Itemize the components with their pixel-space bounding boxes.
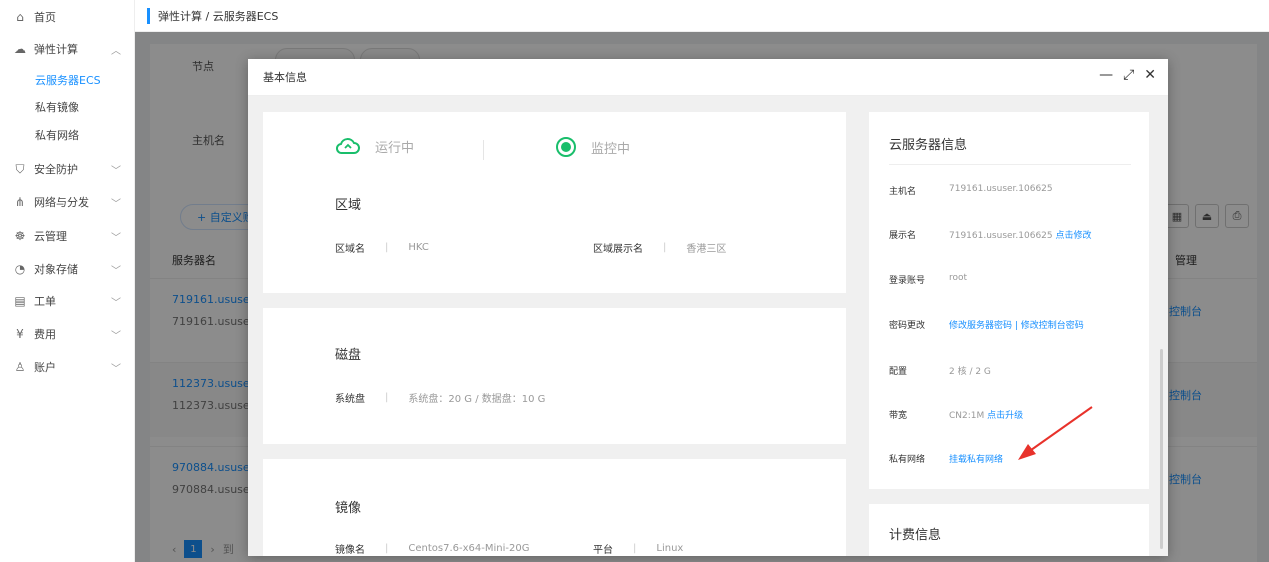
ticket-icon: ▤ [14,294,26,308]
shield-icon: ⛉ [15,161,25,176]
nav-ecs[interactable]: 云服务器ECS [35,69,101,91]
status-monitor: 监控中 [555,136,630,158]
nav-private-image[interactable]: 私有镜像 [35,96,79,118]
region-name-kv: 区域名 | HKC [335,242,429,255]
chevron-down-icon: ﹀ [111,330,121,342]
nav-ticket[interactable]: ▤ 工单 ﹀ [0,288,135,314]
breadcrumb-marker [147,7,150,24]
nav-elastic[interactable]: ☁ 弹性计算 ︿ [0,36,135,62]
disk-kv: 系统盘 | 系统盘：20 G / 数据盘：10 G [335,392,546,405]
maximize-icon[interactable]: ⤢ [1123,67,1134,83]
close-icon[interactable]: ✕ [1144,67,1156,83]
image-title: 镜像 [335,501,362,516]
chevron-up-icon: ︿ [111,45,121,57]
image-name-kv: 镜像名 | Centos7.6-x64-Mini-20G [335,543,530,556]
storage-icon: ◔ [14,262,26,276]
nav-object-storage[interactable]: ◔ 对象存储 ﹀ [0,256,135,282]
edit-display-link[interactable]: 点击修改 [1056,231,1092,241]
modal-title: 基本信息 [263,71,307,84]
annotation-arrow-icon [1018,406,1093,460]
region-title: 区域 [335,198,362,213]
change-console-pwd-link[interactable]: 修改控制台密码 [1021,321,1084,331]
disk-title: 磁盘 [335,348,362,363]
image-platform-kv: 平台 | Linux [593,543,684,556]
region-display-kv: 区域展示名 | 香港三区 [593,242,727,255]
nav-cloud-mgmt[interactable]: ☸ 云管理 ﹀ [0,223,135,249]
chevron-down-icon: ﹀ [111,165,121,177]
yen-icon: ¥ [16,327,24,341]
nav-security[interactable]: ⛉ 安全防护 ﹀ [0,156,135,182]
nav-cost[interactable]: ¥ 费用 ﹀ [0,321,135,347]
billing-card: 计费信息 [869,504,1149,556]
change-server-pwd-link[interactable]: 修改服务器密码 [949,321,1012,331]
password-row: 密码更改 修改服务器密码 | 修改控制台密码 [889,321,1084,331]
image-card: 镜像 镜像名 | Centos7.6-x64-Mini-20G 平台 | Lin… [263,459,846,556]
breadcrumb: 弹性计算 / 云服务器ECS [158,9,279,23]
network-icon: ⋔ [14,195,26,209]
login-row: 登录账号 root [889,273,968,286]
nav-home[interactable]: ⌂ 首页 [0,4,135,30]
divider [889,164,1131,165]
minimize-icon[interactable]: — [1099,67,1113,83]
modal-controls: — ⤢ ✕ [1099,67,1156,83]
chevron-down-icon: ﹀ [111,363,121,375]
server-info-title: 云服务器信息 [889,138,968,153]
modal-scrollbar[interactable] [1160,349,1163,549]
vpc-row: 私有网络 挂载私有网络 [889,455,1004,465]
chevron-down-icon: ﹀ [111,297,121,309]
display-name-row: 展示名 719161.ususer.106625 点击修改 [889,231,1092,241]
modal-header: 基本信息 — ⤢ ✕ [248,59,1168,96]
nav-network[interactable]: ⋔ 网络与分发 ﹀ [0,189,135,215]
disk-card: 磁盘 系统盘 | 系统盘：20 G / 数据盘：10 G [263,308,846,444]
cloud-sync-icon [335,138,360,154]
config-row: 配置 2 核 / 2 G [889,367,991,377]
bandwidth-row: 带宽 CN2:1M 点击升级 [889,411,1024,421]
radio-on-icon [556,137,576,157]
topbar: 弹性计算 / 云服务器ECS [135,0,1269,32]
home-icon: ⌂ [16,10,24,24]
user-icon: ♙ [14,360,26,374]
chevron-down-icon: ﹀ [111,198,121,210]
region-card: 运行中 监控中 区域 区域名 | HKC 区域展示名 | 香港三区 [263,112,846,293]
mount-vpc-link[interactable]: 挂载私有网络 [949,455,1003,465]
chevron-down-icon: ﹀ [111,265,121,277]
nav-private-net[interactable]: 私有网络 [35,124,79,146]
chevron-down-icon: ﹀ [111,232,121,244]
billing-title: 计费信息 [889,528,942,543]
status-divider [483,140,484,160]
basic-info-modal: 基本信息 — ⤢ ✕ 运行中 监控中 区域 区域名 | HKC 区域展示名 | … [248,59,1168,556]
status-running: 运行中 [335,136,414,156]
hostname-row: 主机名 719161.ususer.106625 [889,184,1053,197]
cloud-icon: ☁ [14,42,26,56]
cloud-gear-icon: ☸ [14,229,26,243]
nav-account[interactable]: ♙ 账户 ﹀ [0,354,135,380]
sidebar: ⌂ 首页 ☁ 弹性计算 ︿ 云服务器ECS 私有镜像 私有网络 ⛉ 安全防护 ﹀… [0,0,135,562]
